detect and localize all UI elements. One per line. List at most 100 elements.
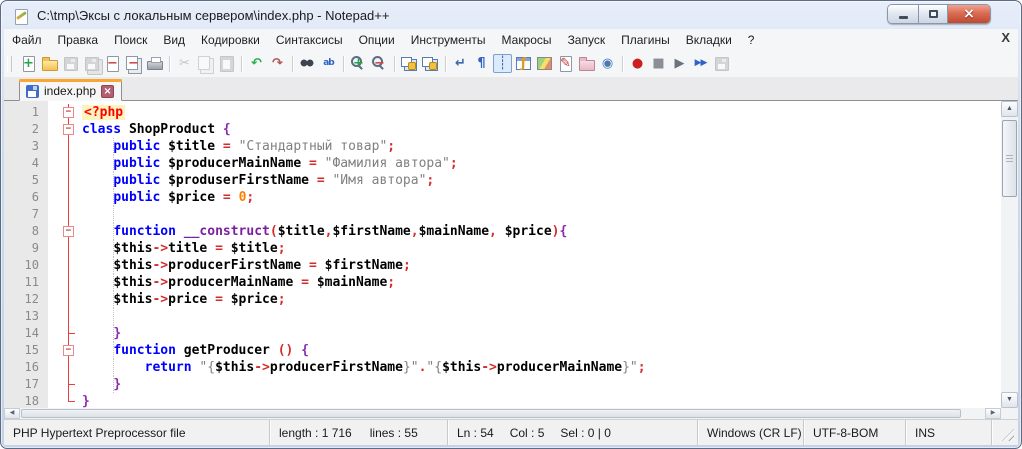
bookmark-margin[interactable]: [48, 138, 60, 155]
document-list-icon[interactable]: ✎: [556, 54, 575, 73]
monitoring-icon[interactable]: ◉: [598, 54, 617, 73]
status-cursor-position: Ln : 54 Col : 5 Sel : 0 | 0: [448, 420, 698, 445]
fold-collapse-icon[interactable]: −: [63, 124, 74, 135]
fold-collapse-icon[interactable]: −: [63, 345, 74, 356]
restore-button[interactable]: [918, 5, 947, 23]
close-icon: ×: [963, 6, 975, 22]
tab-close-icon[interactable]: ×: [101, 84, 115, 98]
vertical-scrollbar[interactable]: ▲ ▼: [1001, 101, 1018, 408]
macro-record-icon[interactable]: ●: [628, 54, 647, 73]
document-map-icon[interactable]: [535, 54, 554, 73]
menu-item-10[interactable]: Запуск: [560, 30, 614, 50]
indent-guide: [113, 257, 114, 274]
menu-item-9[interactable]: Макросы: [494, 30, 560, 50]
macro-save-icon[interactable]: [712, 54, 731, 73]
bookmark-margin[interactable]: [48, 274, 60, 291]
undo-icon[interactable]: ↶: [247, 54, 266, 73]
bookmark-margin[interactable]: [48, 223, 60, 240]
zoom-out-icon[interactable]: −: [370, 54, 389, 73]
close-file-icon[interactable]: −: [103, 54, 122, 73]
zoom-in-icon[interactable]: +: [349, 54, 368, 73]
scroll-left-icon[interactable]: ◀: [4, 408, 20, 419]
code-line: 4 public $producerMainName = "Фамилия ав…: [4, 155, 1001, 172]
status-encoding[interactable]: UTF-8-BOM: [804, 420, 906, 445]
restore-icon: [928, 10, 938, 18]
scroll-down-icon[interactable]: ▼: [1001, 392, 1018, 408]
fold-collapse-icon[interactable]: −: [63, 107, 74, 118]
macro-stop-icon[interactable]: ■: [649, 54, 668, 73]
bookmark-margin[interactable]: [48, 240, 60, 257]
function-list-icon[interactable]: ƒ: [514, 54, 533, 73]
bookmark-margin[interactable]: [48, 257, 60, 274]
title-bar[interactable]: C:\tmp\Эксы с локальным сервером\index.p…: [4, 2, 1018, 29]
sync-vertical-scrolling-icon[interactable]: [400, 54, 419, 73]
cut-icon[interactable]: ✂: [175, 54, 194, 73]
code-text: public $produserFirstName = "Имя автора"…: [113, 172, 435, 189]
fold-collapse-icon[interactable]: −: [63, 226, 74, 237]
close-all-files-icon[interactable]: −: [124, 54, 143, 73]
print-icon[interactable]: [145, 54, 164, 73]
bookmark-margin[interactable]: [48, 206, 60, 223]
sync-horizontal-scrolling-icon[interactable]: [421, 54, 440, 73]
menu-item-1[interactable]: Файл: [4, 30, 50, 50]
status-bar: PHP Hypertext Preprocessor file length :…: [4, 419, 1018, 445]
replace-icon[interactable]: ab: [319, 54, 338, 73]
code-line: 2 − class ShopProduct {: [4, 121, 1001, 138]
menu-item-2[interactable]: Правка: [50, 30, 107, 50]
bookmark-margin[interactable]: [48, 342, 60, 359]
folder-as-workspace-icon[interactable]: [577, 54, 596, 73]
minimize-button[interactable]: [888, 5, 918, 23]
tab-label: index.php: [44, 84, 97, 98]
close-button[interactable]: ×: [947, 5, 990, 23]
fold-margin: [60, 393, 78, 408]
line-number: 3: [31, 139, 39, 153]
macro-run-multiple-icon[interactable]: ▶▶: [691, 54, 710, 73]
menu-item-6[interactable]: Синтаксисы: [268, 30, 351, 50]
bookmark-margin[interactable]: [48, 155, 60, 172]
menu-item-13[interactable]: ?: [740, 30, 763, 50]
horizontal-scrollbar[interactable]: ◀ ▶: [4, 408, 1001, 419]
copy-icon[interactable]: [196, 54, 215, 73]
save-all-icon[interactable]: [82, 54, 101, 73]
menu-item-11[interactable]: Плагины: [613, 30, 678, 50]
redo-icon[interactable]: ↷: [268, 54, 287, 73]
bookmark-margin[interactable]: [48, 376, 60, 393]
menu-item-8[interactable]: Инструменты: [403, 30, 494, 50]
word-wrap-icon[interactable]: ↵: [451, 54, 470, 73]
menu-item-5[interactable]: Кодировки: [193, 30, 268, 50]
scroll-right-icon[interactable]: ▶: [985, 408, 1001, 419]
paste-icon[interactable]: [217, 54, 236, 73]
menubar-close-button[interactable]: X: [1001, 31, 1010, 44]
vertical-scrollbar-thumb[interactable]: [1002, 120, 1017, 197]
macro-playback-icon[interactable]: ▶: [670, 54, 689, 73]
bookmark-margin[interactable]: [48, 291, 60, 308]
menu-item-12[interactable]: Вкладки: [678, 30, 740, 50]
bookmark-margin[interactable]: [48, 104, 60, 121]
find-icon[interactable]: [298, 54, 317, 73]
menu-item-4[interactable]: Вид: [155, 30, 193, 50]
bookmark-margin[interactable]: [48, 121, 60, 138]
save-icon[interactable]: [61, 54, 80, 73]
open-file-icon[interactable]: [40, 54, 59, 73]
code-area[interactable]: 1− <?php 2− class ShopProduct {3 public $ti…: [4, 101, 1001, 408]
toolbar-grip[interactable]: [7, 55, 12, 72]
fold-margin: [60, 291, 78, 308]
scroll-up-icon[interactable]: ▲: [1001, 101, 1018, 117]
horizontal-scrollbar-thumb[interactable]: [21, 409, 961, 418]
bookmark-margin[interactable]: [48, 189, 60, 206]
tab-index-php[interactable]: index.php ×: [19, 79, 123, 101]
bookmark-margin[interactable]: [48, 393, 60, 408]
bookmark-margin[interactable]: [48, 172, 60, 189]
bookmark-margin[interactable]: [48, 359, 60, 376]
status-eol-format[interactable]: Windows (CR LF): [698, 420, 804, 445]
menu-item-7[interactable]: Опции: [351, 30, 403, 50]
bookmark-margin[interactable]: [48, 308, 60, 325]
show-indent-guide-icon[interactable]: ┊: [493, 54, 512, 73]
new-file-icon[interactable]: +: [19, 54, 38, 73]
show-all-characters-icon[interactable]: ¶: [472, 54, 491, 73]
fold-margin: [60, 138, 78, 155]
code-text: class ShopProduct {: [82, 122, 231, 137]
status-insert-mode[interactable]: INS: [906, 420, 992, 445]
menu-item-3[interactable]: Поиск: [106, 30, 155, 50]
bookmark-margin[interactable]: [48, 325, 60, 342]
